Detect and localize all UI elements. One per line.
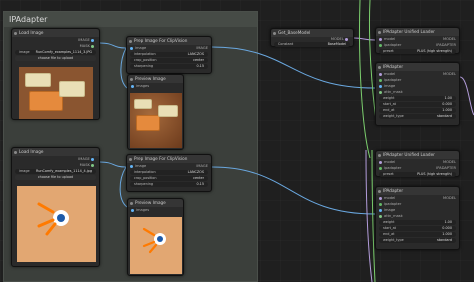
ipadapter-node-2[interactable]: IPAdapter model MODEL ipadapter image att… [375,186,460,250]
sharpening-number[interactable]: sharpening 0.15 [130,182,208,187]
weight-number[interactable]: weight 1.00 [379,96,456,101]
ipadapter-node-1[interactable]: IPAdapter model MODEL ipadapter image att… [375,62,460,126]
interpolation-select[interactable]: interpolation LANCZOS [130,52,208,57]
weight-type-select[interactable]: weight_type standard [379,238,456,243]
node-title: Load Image [12,29,99,37]
weight-type-select[interactable]: weight_type standard [379,114,456,119]
node-title: IPAdapter Unified Loader [376,151,459,159]
group-title: IPAdapter [4,12,257,27]
load-image-node-2[interactable]: Load Image IMAGE MASK image RunComfy_exa… [11,147,100,267]
preview-soap-image [130,93,182,148]
preset-select[interactable]: preset PLUS (high strength) [379,49,456,54]
interpolation-select[interactable]: interpolation LANCZOS [130,170,208,175]
io-row[interactable]: image IMAGE [130,163,208,169]
get-basemodel-node[interactable]: Get_BaseModel MODEL Constant BaseModel [270,28,354,47]
image-preview-soap [19,67,93,119]
io-row-ipadapter[interactable]: ipadapter IPADAPTER [379,42,456,48]
preview-blender-image [130,217,182,274]
node-title: Prep Image For ClipVision [127,37,211,45]
start-at-number[interactable]: start_at 0.000 [379,102,456,107]
preview-image-node-1[interactable]: Preview Image images [127,74,184,150]
prep-image-clipvision-node-2[interactable]: Prep Image For ClipVision image IMAGE int… [126,154,212,192]
node-title: IPAdapter Unified Loader [376,28,459,36]
node-title: Preview Image [128,75,183,83]
crop-position-select[interactable]: crop_position center [130,58,208,63]
weight-number[interactable]: weight 1.00 [379,220,456,225]
ipadapter-unified-loader-node-1[interactable]: IPAdapter Unified Loader model MODEL ipad… [375,27,460,54]
blender-logo-icon [37,202,69,236]
preview-image-node-2[interactable]: Preview Image images [127,198,184,276]
output-mask[interactable]: MASK [15,43,96,49]
crop-position-select[interactable]: crop_position center [130,176,208,181]
image-select[interactable]: image RunComfy_examples_1114_3.JPG [15,50,96,55]
start-at-number[interactable]: start_at 0.000 [379,226,456,231]
upload-button[interactable]: choose file to upload [15,175,96,180]
io-row-ipadapter[interactable]: ipadapter IPADAPTER [379,165,456,171]
image-preview-blender [17,186,96,262]
ipadapter-unified-loader-node-2[interactable]: IPAdapter Unified Loader model MODEL ipad… [375,150,460,177]
node-title: Preview Image [128,199,183,207]
upload-button[interactable]: choose file to upload [15,56,96,61]
prep-image-clipvision-node-1[interactable]: Prep Image For ClipVision image IMAGE int… [126,36,212,74]
load-image-node-1[interactable]: Load Image IMAGE MASK image RunComfy_exa… [11,28,100,120]
end-at-number[interactable]: end_at 1.000 [379,232,456,237]
end-at-number[interactable]: end_at 1.000 [379,108,456,113]
input-images[interactable]: images [131,207,180,213]
image-select[interactable]: image RunComfy_examples_1114_4.jpg [15,169,96,174]
constant-select[interactable]: Constant BaseModel [274,42,350,47]
node-title: IPAdapter [376,187,459,195]
preset-select[interactable]: preset PLUS (high strength) [379,172,456,177]
output-mask[interactable]: MASK [15,162,96,168]
input-attn-mask[interactable]: attn_mask [379,89,456,95]
io-row[interactable]: image IMAGE [130,45,208,51]
input-images[interactable]: images [131,83,180,89]
sharpening-number[interactable]: sharpening 0.15 [130,64,208,69]
node-title: Prep Image For ClipVision [127,155,211,163]
node-title: Get_BaseModel [271,29,353,37]
output-model[interactable]: MODEL [274,37,350,41]
input-attn-mask[interactable]: attn_mask [379,213,456,219]
node-title: Load Image [12,148,99,156]
blender-logo-icon [142,227,166,254]
node-title: IPAdapter [376,63,459,71]
